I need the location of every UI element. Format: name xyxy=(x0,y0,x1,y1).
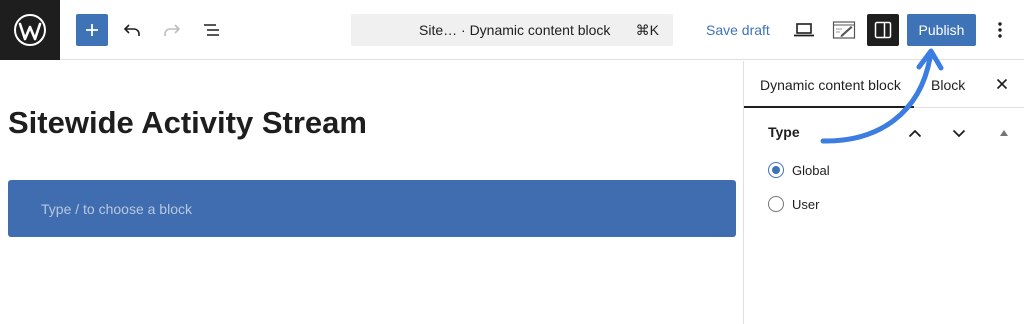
add-block-button[interactable] xyxy=(76,14,108,46)
document-title: Site… · Dynamic content block xyxy=(419,22,611,38)
close-icon xyxy=(996,78,1008,90)
editor-canvas: Sitewide Activity Stream Type / to choos… xyxy=(0,61,743,324)
chevron-up-icon xyxy=(908,129,922,137)
radio-button[interactable] xyxy=(768,196,784,212)
publish-button[interactable]: Publish xyxy=(907,14,976,46)
empty-block[interactable]: Type / to choose a block xyxy=(8,180,736,237)
collapse-panel-button[interactable] xyxy=(992,121,1016,145)
preview-button[interactable] xyxy=(788,14,820,46)
tab-label: Dynamic content block xyxy=(760,77,901,93)
undo-icon xyxy=(124,24,140,36)
tab-block[interactable]: Block xyxy=(931,77,965,93)
list-view-button[interactable] xyxy=(196,14,228,46)
sidebar-toggle-icon xyxy=(874,21,892,39)
command-palette-bar[interactable]: Site… · Dynamic content block ⌘K xyxy=(351,14,673,46)
redo-button[interactable] xyxy=(156,14,188,46)
settings-sidebar: Dynamic content block Block Type Global … xyxy=(743,61,1024,324)
editor-header: Site… · Dynamic content block ⌘K Save dr… xyxy=(0,0,1024,60)
tab-dynamic-content-block[interactable]: Dynamic content block xyxy=(744,61,914,108)
move-up-button[interactable] xyxy=(903,121,927,145)
plus-icon xyxy=(86,24,98,36)
panel-title[interactable]: Type xyxy=(768,124,800,140)
radio-label: User xyxy=(792,196,820,212)
more-vertical-icon xyxy=(998,22,1002,38)
edit-icon xyxy=(832,21,856,39)
redo-icon xyxy=(164,24,180,36)
caret-up-icon xyxy=(1000,130,1008,136)
move-down-button[interactable] xyxy=(947,121,971,145)
options-menu-button[interactable] xyxy=(984,14,1016,46)
keyboard-shortcut: ⌘K xyxy=(635,22,659,38)
undo-button[interactable] xyxy=(116,14,148,46)
chevron-down-icon xyxy=(952,129,966,137)
list-view-icon xyxy=(204,24,219,36)
radio-label: Global xyxy=(792,162,830,178)
wordpress-logo-icon[interactable] xyxy=(0,0,60,60)
block-placeholder: Type / to choose a block xyxy=(41,201,192,217)
save-draft-button[interactable]: Save draft xyxy=(706,22,770,38)
desktop-preview-icon xyxy=(794,23,814,37)
settings-sidebar-toggle[interactable] xyxy=(867,14,899,46)
close-sidebar-button[interactable] xyxy=(992,74,1012,94)
radio-option-user[interactable]: User xyxy=(768,194,819,214)
post-title[interactable]: Sitewide Activity Stream xyxy=(8,105,367,141)
radio-option-global[interactable]: Global xyxy=(768,160,830,180)
sidebar-tabs: Dynamic content block Block xyxy=(744,61,1024,108)
radio-button-checked[interactable] xyxy=(768,162,784,178)
edit-button[interactable] xyxy=(828,14,860,46)
